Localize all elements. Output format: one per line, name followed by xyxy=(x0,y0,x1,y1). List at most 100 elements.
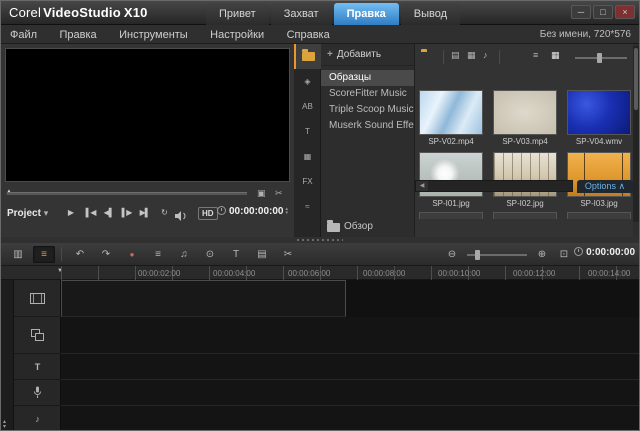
play-button[interactable]: ▶ xyxy=(63,205,78,220)
logo-version: X10 xyxy=(124,5,148,20)
media-library-icon[interactable] xyxy=(294,44,321,69)
split-clip-toolbar-icon[interactable]: ✂ xyxy=(277,246,299,263)
track-header-column: ▴▾ T ♪ xyxy=(1,280,61,431)
tab-capture[interactable]: Захват xyxy=(271,3,332,25)
split-clip-icon[interactable]: ✂ xyxy=(275,189,283,198)
zoom-in-icon[interactable]: ⊕ xyxy=(531,246,553,263)
menu-help[interactable]: Справка xyxy=(278,26,339,45)
scrubber: ▲ ▣ ✂ xyxy=(5,187,290,199)
minimize-button[interactable]: ─ xyxy=(571,5,591,19)
menu-file[interactable]: Файл xyxy=(1,26,46,45)
category-scorefitter[interactable]: ScoreFitter Music xyxy=(321,86,414,102)
voice-track-row[interactable] xyxy=(61,380,639,406)
undo-icon[interactable]: ↶ xyxy=(69,246,91,263)
filter-fx-icon[interactable]: FX xyxy=(294,169,321,194)
menu-tools[interactable]: Инструменты xyxy=(110,26,197,45)
category-samples[interactable]: Образцы xyxy=(321,70,414,86)
add-button[interactable]: +Добавить xyxy=(321,44,414,66)
title-track-button[interactable]: T xyxy=(14,354,61,380)
library-item-name: SP-I02.jpg xyxy=(491,199,559,208)
music-track-button[interactable]: ♪ xyxy=(14,406,61,431)
logo-product: VideoStudio xyxy=(43,5,121,20)
fit-project-icon[interactable]: ⊡ xyxy=(553,246,575,263)
enlarge-preview-icon[interactable]: ▣ xyxy=(257,189,266,198)
browse-button[interactable]: Обзор xyxy=(321,219,373,235)
timeline-ruler[interactable]: ▼ 00:00:02:00 00:00:04:00 00:00:06:00 00… xyxy=(1,266,639,280)
tab-edit[interactable]: Правка xyxy=(334,3,399,25)
zoom-out-icon[interactable]: ⊖ xyxy=(441,246,463,263)
track-manager-icon[interactable]: ▤ xyxy=(251,246,273,263)
library-item-name: SP-V02.mp4 xyxy=(417,137,485,146)
ruler-label: 00:00:02:00 xyxy=(138,269,180,278)
scrubber-track[interactable] xyxy=(7,192,247,195)
auto-music-icon[interactable]: ♫ xyxy=(173,246,195,263)
ruler-label: 00:00:14:00 xyxy=(588,269,630,278)
next-frame-button[interactable]: ▌▶ xyxy=(119,205,134,220)
voice-track-button[interactable] xyxy=(14,380,61,406)
tab-share[interactable]: Вывод xyxy=(401,3,460,25)
sound-mixer-icon[interactable]: ≡ xyxy=(147,246,169,263)
motion-tracking-icon[interactable]: ⊙ xyxy=(199,246,221,263)
library-item-thumb[interactable] xyxy=(493,90,557,135)
divider-grip xyxy=(297,239,343,241)
list-view-icon[interactable]: ≡ xyxy=(533,50,538,60)
tab-welcome[interactable]: Привет xyxy=(206,3,269,25)
ruler-label: 00:00:08:00 xyxy=(363,269,405,278)
prev-frame-button[interactable]: ◀▌ xyxy=(101,205,116,220)
transitions-icon[interactable]: AB xyxy=(294,94,321,119)
library-scrollbar-thumb[interactable] xyxy=(634,48,638,110)
titlebar: CorelVideoStudioX10 Привет Захват Правка… xyxy=(1,1,639,25)
motion-path-icon[interactable]: ≈ xyxy=(294,194,321,219)
library-item-thumb[interactable] xyxy=(567,90,631,135)
timeline-counter-value: 0:00:00:00 xyxy=(586,247,635,258)
filter-photo-icon[interactable]: ▦ xyxy=(467,50,476,61)
storyboard-view-icon[interactable]: ▥ xyxy=(7,246,29,263)
clipped-thumb xyxy=(419,212,483,219)
filter-video-icon[interactable]: ▤ xyxy=(451,50,460,61)
logo-brand: Corel xyxy=(9,5,41,20)
menu-settings[interactable]: Настройки xyxy=(201,26,273,45)
title-icon[interactable]: T xyxy=(294,119,321,144)
home-button[interactable]: ▌◀ xyxy=(83,205,98,220)
repeat-button[interactable]: ↻ xyxy=(157,205,172,220)
filter-audio-icon[interactable]: ♪ xyxy=(483,50,488,60)
library-hscrollbar[interactable]: ◀ xyxy=(415,180,573,192)
end-button[interactable]: ▶▌ xyxy=(137,205,152,220)
options-button[interactable]: Options ∧ xyxy=(577,180,633,193)
graphic-icon[interactable]: ▦ xyxy=(294,144,321,169)
microphone-icon xyxy=(33,386,42,399)
chevron-up-icon: ∧ xyxy=(618,181,625,191)
track-scroll-arrows[interactable]: ▴▾ xyxy=(3,420,6,430)
record-capture-icon[interactable]: ● xyxy=(121,246,143,263)
video-track-button[interactable] xyxy=(14,280,61,317)
menu-edit[interactable]: Правка xyxy=(51,26,106,45)
category-muserk[interactable]: Muserk Sound Effect xyxy=(321,118,414,134)
redo-icon[interactable]: ↷ xyxy=(95,246,117,263)
instant-project-icon[interactable]: ◈ xyxy=(294,69,321,94)
overlay-icon xyxy=(31,329,44,341)
music-track-row[interactable] xyxy=(61,406,639,431)
subtitle-editor-icon[interactable]: T xyxy=(225,246,247,263)
volume-icon[interactable] xyxy=(175,208,188,226)
library-item-thumb[interactable] xyxy=(419,90,483,135)
video-track-row[interactable] xyxy=(61,280,346,317)
category-triplescoop[interactable]: Triple Scoop Music xyxy=(321,102,414,118)
overlay-track-button[interactable] xyxy=(14,317,61,354)
scroll-left-icon[interactable]: ◀ xyxy=(416,181,428,191)
menubar: Файл Правка Инструменты Настройки Справк… xyxy=(1,25,639,44)
hd-toggle[interactable]: HD xyxy=(198,207,218,220)
preview-timecode[interactable]: 00:00:00:00▴▾ xyxy=(217,206,288,217)
library-scrollbar[interactable] xyxy=(633,46,639,222)
video-preview[interactable] xyxy=(5,48,290,182)
title-track-row[interactable] xyxy=(61,354,639,380)
thumbnail-view-icon[interactable]: ▦ xyxy=(551,50,560,61)
overlay-track-row[interactable] xyxy=(61,317,639,354)
close-button[interactable]: × xyxy=(615,5,635,19)
project-mode-button[interactable]: Project ▾ xyxy=(7,208,48,219)
timeline-view-icon[interactable]: ≡ xyxy=(33,246,55,263)
timecode-spinner[interactable]: ▴▾ xyxy=(285,207,288,215)
thumb-zoom-knob[interactable] xyxy=(597,53,602,63)
maximize-button[interactable]: □ xyxy=(593,5,613,19)
timeline-zoom-knob[interactable] xyxy=(475,250,480,260)
app-logo: CorelVideoStudioX10 xyxy=(9,5,148,20)
